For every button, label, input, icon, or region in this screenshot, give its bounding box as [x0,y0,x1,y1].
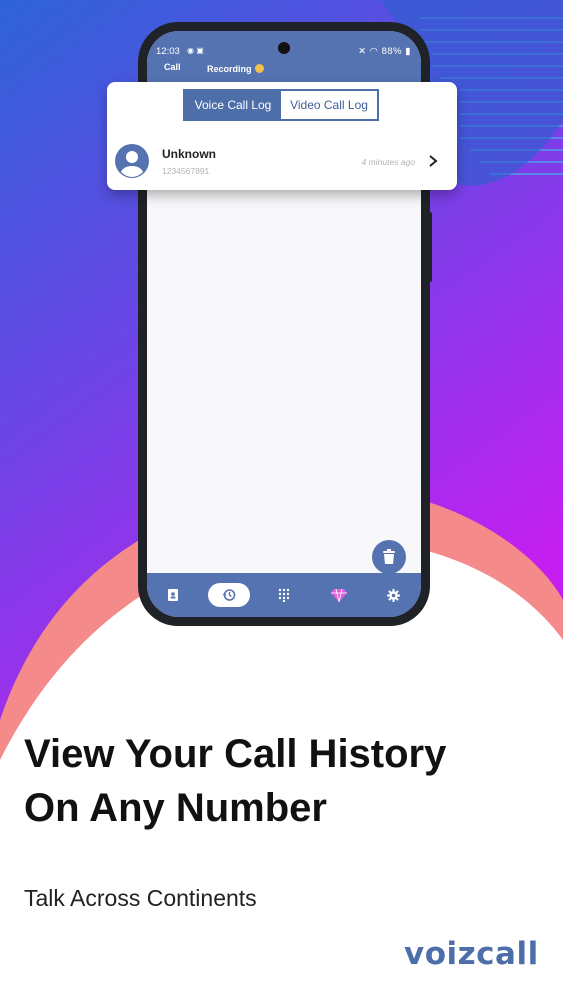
battery-icon: ▮ [405,46,411,57]
front-camera [278,42,290,54]
tab-recording[interactable]: Recording [207,64,264,74]
avatar-icon [115,144,149,178]
tab-video-call-log[interactable]: Video Call Log [281,91,377,119]
nav-settings[interactable] [371,573,415,617]
dialpad-icon [278,588,290,602]
mute-icon: ✕ [358,46,367,57]
wifi-icon: ◠ [369,46,379,57]
premium-icon [331,588,347,602]
tab-voice-call-log[interactable]: Voice Call Log [185,91,281,119]
tab-recording-label: Recording [207,64,252,74]
nav-history[interactable] [208,583,250,607]
settings-icon [386,588,400,602]
battery-percent: 88% [381,46,403,57]
history-icon [222,589,236,601]
call-log-entry[interactable]: Unknown 1234567891 4 minutes ago [107,142,457,184]
brand-logo-text: voizcall [404,936,539,972]
brand-logo: voizcall [404,936,544,980]
call-time: 4 minutes ago [361,157,415,167]
page-title: View Your Call History On Any Number [24,727,544,835]
trash-icon [383,549,395,564]
subtitle: Talk Across Continents [24,885,257,911]
call-log-card: Voice Call Log Video Call Log Unknown 12… [107,82,457,190]
nav-contacts[interactable] [151,573,195,617]
delete-button[interactable] [372,540,406,574]
caller-name: Unknown [162,147,216,161]
bottom-navigation [147,573,421,617]
contacts-icon [168,589,178,601]
chevron-right-icon[interactable] [427,154,439,168]
phone-side-button [427,212,432,282]
nav-premium[interactable] [317,573,361,617]
headline-line-2: On Any Number [24,786,327,830]
recording-badge-icon [254,64,264,73]
nav-dialpad[interactable] [262,573,306,617]
status-indicators: ✕ ◠ 88% ▮ [358,46,411,57]
caller-number: 1234567891 [162,166,210,176]
tab-call[interactable]: Call [164,62,181,72]
notification-icons: ◉ ▣ [187,46,204,55]
status-time: 12:03 [156,46,180,57]
headline-line-1: View Your Call History [24,732,447,776]
call-log-segmented-control: Voice Call Log Video Call Log [183,89,379,121]
